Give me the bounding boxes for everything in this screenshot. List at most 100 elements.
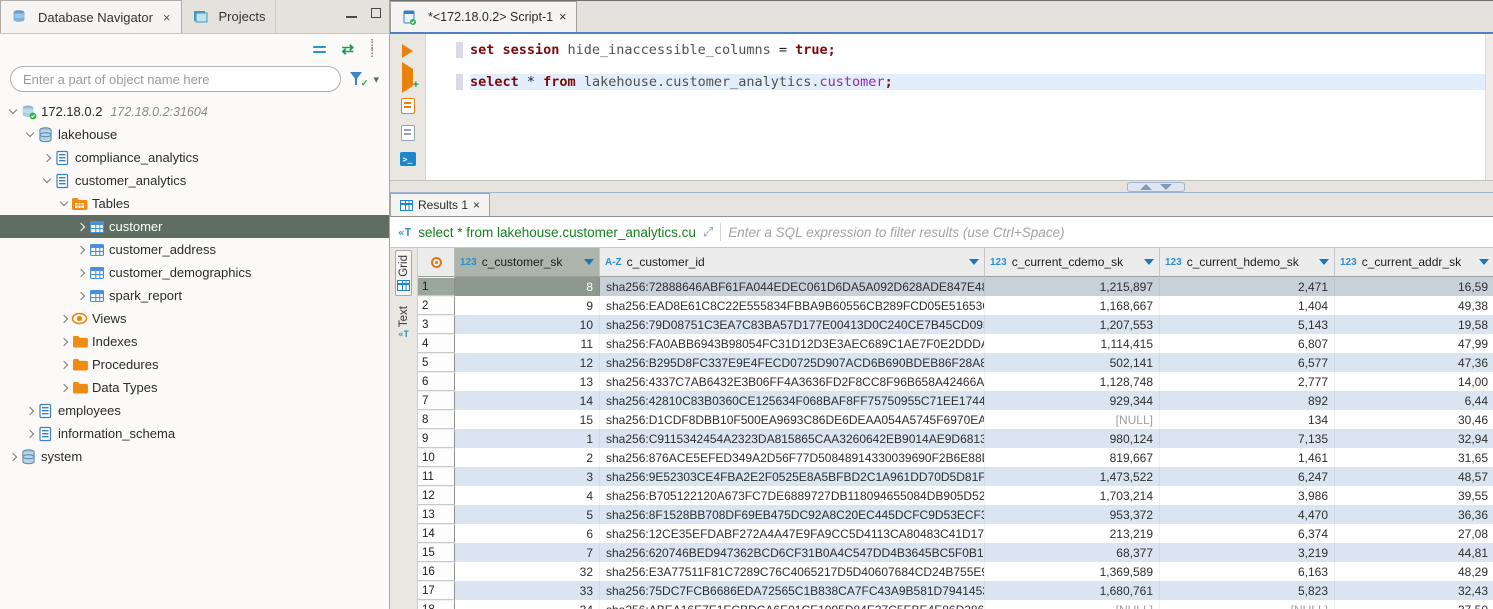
object-filter-input[interactable]: [10, 66, 341, 92]
row-number[interactable]: 1: [418, 277, 455, 296]
chevron-down-icon[interactable]: [6, 110, 20, 113]
column-header-c_customer_id[interactable]: A-Zc_customer_id: [600, 248, 985, 277]
code-line[interactable]: set session hide_inaccessible_columns = …: [426, 42, 1485, 58]
tree-item-customer-address[interactable]: customer_address: [0, 238, 389, 261]
code-line[interactable]: select * from lakehouse.customer_analyti…: [426, 74, 1485, 90]
chevron-right-icon[interactable]: [57, 385, 71, 391]
chevron-right-icon[interactable]: [57, 339, 71, 345]
table-row[interactable]: 29sha256:EAD8E61C8C22E555834FBBA9B60556C…: [418, 296, 1493, 315]
tree-item-system[interactable]: system: [0, 445, 389, 468]
code-line[interactable]: [426, 58, 1485, 74]
grid-cell[interactable]: sha256:ABEA16E7E1ECBDCA6E01CE1095D84E37C…: [600, 600, 985, 609]
chevron-down-icon[interactable]: [23, 133, 37, 136]
grid-cell[interactable]: 34: [455, 600, 600, 609]
grid-cell[interactable]: 6,247: [1160, 467, 1335, 486]
column-filter-arrow-icon[interactable]: [1319, 259, 1329, 265]
chevron-right-icon[interactable]: [6, 454, 20, 460]
grid-cell[interactable]: sha256:FA0ABB6943B98054FC31D12D3E3AEC689…: [600, 334, 985, 353]
sql-code-area[interactable]: set session hide_inaccessible_columns = …: [426, 34, 1485, 180]
chevron-right-icon[interactable]: [74, 224, 88, 230]
row-number[interactable]: 6: [418, 372, 455, 391]
grid-cell[interactable]: 36,36: [1335, 505, 1493, 524]
grid-cell[interactable]: sha256:9E52303CE4FBA2E2F0525E8A5BFBD2C1A…: [600, 467, 985, 486]
grid-cell[interactable]: 15: [455, 410, 600, 429]
table-row[interactable]: 91sha256:C9115342454A2323DA815865CAA3260…: [418, 429, 1493, 448]
grid-cell[interactable]: 10: [455, 315, 600, 334]
grid-cell[interactable]: 1,369,589: [985, 562, 1160, 581]
grid-cell[interactable]: 37,50: [1335, 600, 1493, 609]
tree-item-172-18-0-2[interactable]: 172.18.0.2172.18.0.2:31604: [0, 100, 389, 123]
grid-cell[interactable]: 1,114,415: [985, 334, 1160, 353]
row-number[interactable]: 11: [418, 467, 455, 486]
grid-cell[interactable]: sha256:42810C83B0360CE125634F068BAF8FF75…: [600, 391, 985, 410]
grid-cell[interactable]: 32,94: [1335, 429, 1493, 448]
grid-cell[interactable]: 39,55: [1335, 486, 1493, 505]
tree-item-views[interactable]: Views: [0, 307, 389, 330]
chevron-right-icon[interactable]: [57, 316, 71, 322]
tree-item-indexes[interactable]: Indexes: [0, 330, 389, 353]
view-menu-icon[interactable]: ⁞⁞: [370, 41, 375, 56]
grid-cell[interactable]: [NULL]: [985, 410, 1160, 429]
presentation-tab-text[interactable]: Text «T: [397, 302, 411, 344]
minimize-icon[interactable]: [346, 16, 357, 18]
chevron-right-icon[interactable]: [74, 247, 88, 253]
grid-cell[interactable]: sha256:75DC7FCB6686EDA72565C1B838CA7FC43…: [600, 581, 985, 600]
grid-cell[interactable]: 4,470: [1160, 505, 1335, 524]
tree-item-tables[interactable]: Tables: [0, 192, 389, 215]
grid-cell[interactable]: 14: [455, 391, 600, 410]
row-number[interactable]: 9: [418, 429, 455, 448]
grid-cell[interactable]: 819,667: [985, 448, 1160, 467]
grid-cell[interactable]: 14,00: [1335, 372, 1493, 391]
table-row[interactable]: 815sha256:D1CDF8DBB10F500EA9693C86DE6DEA…: [418, 410, 1493, 429]
grid-cell[interactable]: 7: [455, 543, 600, 562]
grid-cell[interactable]: sha256:79D08751C3EA7C83BA57D177E00413D0C…: [600, 315, 985, 334]
row-number[interactable]: 18: [418, 600, 455, 609]
tree-item-compliance-analytics[interactable]: compliance_analytics: [0, 146, 389, 169]
editor-results-splitter[interactable]: [390, 180, 1493, 193]
grid-cell[interactable]: 1,128,748: [985, 372, 1160, 391]
grid-cell[interactable]: 48,29: [1335, 562, 1493, 581]
row-number[interactable]: 17: [418, 581, 455, 600]
grid-cell[interactable]: 1,461: [1160, 448, 1335, 467]
explain-plan-icon[interactable]: [401, 125, 415, 141]
tree-item-customer-demographics[interactable]: customer_demographics: [0, 261, 389, 284]
row-number[interactable]: 4: [418, 334, 455, 353]
execute-new-tab-icon[interactable]: +: [402, 69, 413, 87]
grid-cell[interactable]: 5: [455, 505, 600, 524]
tree-item-procedures[interactable]: Procedures: [0, 353, 389, 376]
grid-cell[interactable]: 1: [455, 429, 600, 448]
grid-cell[interactable]: sha256:C9115342454A2323DA815865CAA326064…: [600, 429, 985, 448]
tree-item-customer-analytics[interactable]: customer_analytics: [0, 169, 389, 192]
chevron-down-icon[interactable]: [57, 202, 71, 205]
grid-cell[interactable]: 47,36: [1335, 353, 1493, 372]
editor-scrollbar[interactable]: [1485, 34, 1493, 180]
row-number[interactable]: 15: [418, 543, 455, 562]
grid-cell[interactable]: 19,58: [1335, 315, 1493, 334]
table-row[interactable]: 113sha256:9E52303CE4FBA2E2F0525E8A5BFBD2…: [418, 467, 1493, 486]
grid-cell[interactable]: 1,404: [1160, 296, 1335, 315]
grid-cell[interactable]: sha256:876ACE5EFED349A2D56F77D5084891433…: [600, 448, 985, 467]
grid-cell[interactable]: 3,219: [1160, 543, 1335, 562]
collapse-all-icon[interactable]: [313, 46, 326, 53]
close-icon[interactable]: ×: [473, 198, 480, 212]
column-header-c_current_cdemo_sk[interactable]: 123c_current_cdemo_sk: [985, 248, 1160, 277]
tree-item-customer[interactable]: customer: [0, 215, 389, 238]
grid-cell[interactable]: 48,57: [1335, 467, 1493, 486]
column-filter-arrow-icon[interactable]: [969, 259, 979, 265]
chevron-down-icon[interactable]: [40, 179, 54, 182]
grid-cell[interactable]: 27,08: [1335, 524, 1493, 543]
chevron-down-icon[interactable]: ▾: [373, 73, 379, 86]
grid-cell[interactable]: 2,777: [1160, 372, 1335, 391]
chevron-right-icon[interactable]: [74, 293, 88, 299]
grid-cell[interactable]: sha256:72888646ABF61FA044EDEC061D6DA5A09…: [600, 277, 985, 296]
filter-funnel-icon[interactable]: ✓: [349, 71, 365, 87]
tree-item-employees[interactable]: employees: [0, 399, 389, 422]
grid-cell[interactable]: 929,344: [985, 391, 1160, 410]
table-row[interactable]: 146sha256:12CE35EFDABF272A4A47E9FA9CC5D4…: [418, 524, 1493, 543]
grid-cell[interactable]: 980,124: [985, 429, 1160, 448]
grid-cell[interactable]: 1,215,897: [985, 277, 1160, 296]
grid-cell[interactable]: 13: [455, 372, 600, 391]
row-number[interactable]: 2: [418, 296, 455, 315]
tree-item-information-schema[interactable]: information_schema: [0, 422, 389, 445]
grid-cell[interactable]: sha256:B705122120A673FC7DE6889727DB11809…: [600, 486, 985, 505]
